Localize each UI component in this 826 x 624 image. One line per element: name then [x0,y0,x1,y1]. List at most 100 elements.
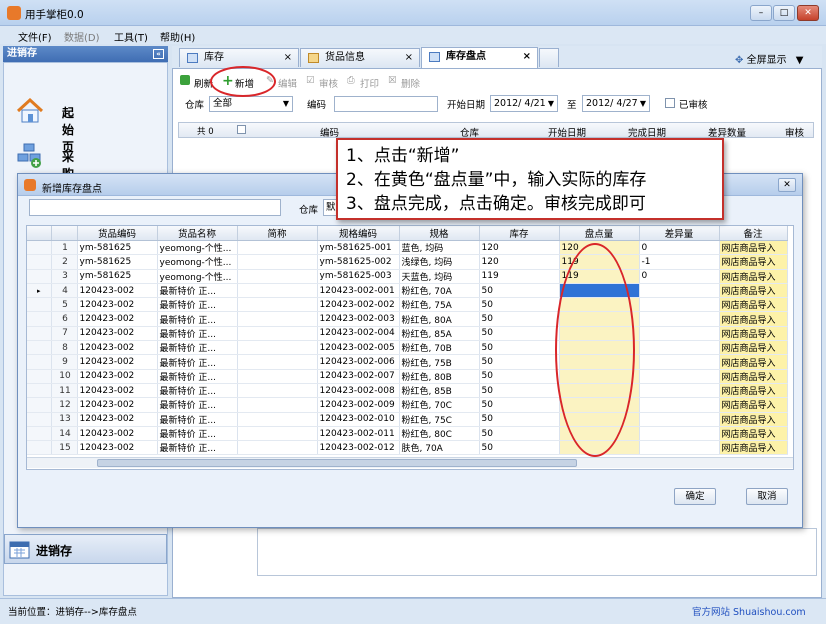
cancel-button[interactable]: 取消 [746,488,788,505]
column-header-diff-qty[interactable]: 差异数量 [708,125,746,139]
column-header-spec[interactable]: 规格 [399,226,480,241]
warehouse-select-value: 全部 [213,98,233,109]
ok-button[interactable]: 确定 [674,488,716,505]
website-link[interactable]: 官方网站 Shuaishou.com [692,604,806,618]
short-name-cell [237,326,318,342]
short-name-cell [237,397,318,413]
column-header-audit[interactable]: 审核 [785,125,804,139]
menu-data[interactable]: 数据(D) [64,29,100,44]
row-indicator [27,426,52,442]
calendar-icon [429,52,440,62]
sidebar-footer-label: 进销存 [36,544,73,558]
audit-button[interactable]: 审核 [319,76,338,90]
short-name-cell [237,383,318,399]
column-header-spec-code[interactable]: 规格编码 [317,226,400,241]
collapse-sidebar-icon[interactable]: « [153,49,164,59]
menu-help[interactable]: 帮助(H) [160,29,195,44]
audited-checkbox[interactable] [665,98,675,108]
close-button[interactable]: ✕ [797,5,819,21]
column-header-item-code[interactable]: 货品编码 [77,226,158,241]
column-header-end-date[interactable]: 完成日期 [628,125,666,139]
spec-cell: 粉红色, 75B [399,354,480,370]
table-row[interactable]: 1 ym-581625 yeomong-个性... ym-581625-001 蓝色, … [27,240,788,256]
dialog-close-button[interactable]: ✕ [778,178,796,192]
app-logo-icon [24,179,36,191]
menu-tools[interactable]: 工具(T) [114,29,148,44]
spec-cell: 蓝色, 均码 [399,240,480,256]
horizontal-scrollbar[interactable] [27,457,793,468]
window-title: 用手掌柜0.0 [25,9,84,21]
spec-code-cell: 120423-002-003 [317,311,400,327]
table-row[interactable]: 8 120423-002 最新特价 正... 120423-002-005 粉红色, 7… [27,340,788,356]
table-row[interactable]: 9 120423-002 最新特价 正... 120423-002-006 粉红色, 7… [27,354,788,370]
sidebar-item-purchase[interactable]: 采购 [16,142,74,181]
table-row[interactable]: 5 120423-002 最新特价 正... 120423-002-002 粉红色, 7… [27,297,788,313]
sidebar-item-home[interactable]: 起始页 [16,97,74,154]
select-all-checkbox[interactable] [237,125,246,134]
grid-icon [187,53,198,63]
column-header-count-qty[interactable]: 盘点量 [559,226,640,241]
column-header-diff-qty[interactable]: 差异量 [639,226,720,241]
close-tab-icon[interactable]: × [523,48,531,66]
chevron-down-icon[interactable]: ▼ [796,55,804,66]
end-date-value: 2012/ 4/27 [586,98,638,109]
warehouse-select[interactable]: 全部 ▼ [209,96,293,112]
stock-cell: 50 [479,426,560,442]
table-row[interactable]: 11 120423-002 最新特价 正... 120423-002-008 粉红色, … [27,383,788,399]
end-date-picker[interactable]: 2012/ 4/27 ▼ [582,95,650,112]
audited-label: 已审核 [679,100,708,111]
table-row[interactable]: 10 120423-002 最新特价 正... 120423-002-007 粉红色, … [27,369,788,384]
scroll-thumb[interactable] [97,459,577,467]
minimize-button[interactable]: – [750,5,772,21]
table-row[interactable]: 14 120423-002 最新特价 正... 120423-002-011 粉红色, … [27,426,788,442]
code-input[interactable] [334,96,438,112]
tab-goods-info[interactable]: 货品信息 × [300,48,420,67]
spec-cell: 粉红色, 80C [399,426,480,442]
print-button[interactable]: 打印 [360,76,379,90]
short-name-cell [237,440,318,456]
remark-cell: 网店商品导入 [719,354,788,370]
sidebar-item-inventory[interactable]: 进销存 [4,534,167,564]
item-code-cell: 120423-002 [77,369,158,384]
column-header-item-name[interactable]: 货品名称 [157,226,238,241]
edit-button[interactable]: 编辑 [278,76,297,90]
tab-inventory[interactable]: 库存 × [179,48,299,67]
remark-cell: 网店商品导入 [719,326,788,342]
row-indicator [27,326,52,342]
column-header-short-name[interactable]: 简称 [237,226,318,241]
dialog-search-input[interactable] [29,199,281,216]
short-name-cell [237,354,318,370]
maximize-button[interactable]: □ [773,5,795,21]
table-row[interactable]: 7 120423-002 最新特价 正... 120423-002-004 粉红色, 8… [27,326,788,342]
column-header-stock[interactable]: 库存 [479,226,560,241]
spec-cell: 粉红色, 80B [399,369,480,384]
table-row[interactable]: 2 ym-581625 yeomong-个性... ym-581625-002 浅绿色,… [27,254,788,270]
remark-cell: 网店商品导入 [719,283,788,299]
table-row[interactable]: 12 120423-002 最新特价 正... 120423-002-009 粉红色, … [27,397,788,413]
row-indicator [27,354,52,370]
table-row[interactable]: ▸ 4 120423-002 最新特价 正... 120423-002-001 粉红色, … [27,283,788,299]
column-header-remark[interactable]: 备注 [719,226,788,241]
column-header-code[interactable]: 编码 [320,125,339,139]
column-header-warehouse[interactable]: 仓库 [460,125,479,139]
delete-button[interactable]: 删除 [401,76,420,90]
item-name-cell: 最新特价 正... [157,397,238,413]
new-tab-slot[interactable] [539,48,559,67]
start-date-picker[interactable]: 2012/ 4/21 ▼ [490,95,558,112]
fullscreen-button[interactable]: ✥ 全屏显示 ▼ [735,51,803,66]
close-tab-icon[interactable]: × [284,49,292,67]
column-header-start-date[interactable]: 开始日期 [548,125,586,139]
close-tab-icon[interactable]: × [405,49,413,67]
row-number: 15 [51,440,78,456]
table-row[interactable]: 15 120423-002 最新特价 正... 120423-002-012 肤色, 7… [27,440,788,456]
table-row[interactable]: 6 120423-002 最新特价 正... 120423-002-003 粉红色, 8… [27,311,788,327]
delete-icon: ☒ [388,75,397,86]
item-name-cell: 最新特价 正... [157,354,238,370]
table-row[interactable]: 3 ym-581625 yeomong-个性... ym-581625-003 天蓝色,… [27,269,788,284]
spec-cell: 粉红色, 80A [399,311,480,327]
table-row[interactable]: 13 120423-002 最新特价 正... 120423-002-010 粉红色, … [27,412,788,427]
menu-file[interactable]: 文件(F) [18,29,52,44]
start-date-value: 2012/ 4/21 [494,98,546,109]
row-number: 6 [51,311,78,327]
tab-stocktake[interactable]: 库存盘点 × [421,47,538,68]
